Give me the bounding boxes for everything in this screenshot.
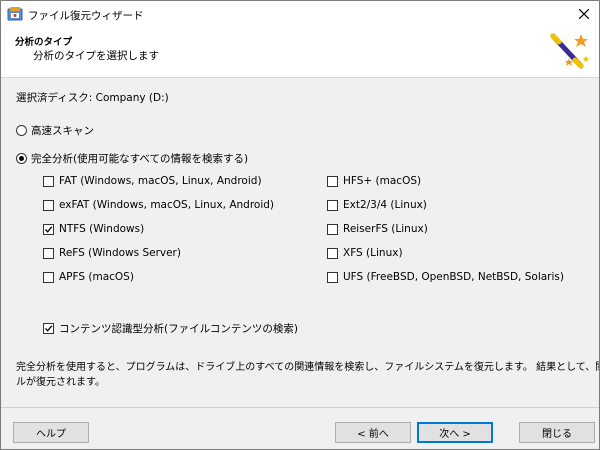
- checkbox[interactable]: [327, 223, 338, 235]
- checkmark-icon: [45, 325, 53, 332]
- checkbox[interactable]: [327, 271, 338, 283]
- fs-label: APFS (macOS): [59, 271, 134, 283]
- app-icon: [7, 6, 23, 22]
- fs-label: UFS (FreeBSD, OpenBSD, NetBSD, Solaris): [343, 271, 564, 283]
- full-analysis-radio[interactable]: 完全分析(使用可能なすべての情報を検索する): [16, 151, 248, 166]
- fs-checkbox-ufs[interactable]: UFS (FreeBSD, OpenBSD, NetBSD, Solaris): [327, 271, 564, 283]
- fs-label: XFS (Linux): [343, 247, 403, 259]
- fs-checkbox-exfat[interactable]: exFAT (Windows, macOS, Linux, Android): [43, 199, 274, 211]
- content-analysis-checkbox[interactable]: コンテンツ認識型分析(ファイルコンテンツの検索): [43, 321, 298, 336]
- window-title: ファイル復元ウィザード: [28, 10, 144, 22]
- checkbox[interactable]: [43, 247, 54, 259]
- wizard-window: ファイル復元ウィザード 分析のタイプ 分析のタイプを選択します 選択済ディスク:…: [0, 0, 600, 450]
- fs-checkbox-hfs[interactable]: HFS+ (macOS): [327, 175, 421, 187]
- page-title: 分析のタイプ: [15, 37, 73, 48]
- description-line: 完全分析を使用すると、プログラムは、ドライブ上のすべての関連情報を検索し、ファイ…: [16, 362, 599, 373]
- radio-button[interactable]: [16, 125, 27, 136]
- fs-checkbox-reiserfs[interactable]: ReiserFS (Linux): [327, 223, 428, 235]
- title-bar[interactable]: ファイル復元ウィザード: [1, 1, 599, 27]
- checkbox[interactable]: [327, 175, 338, 187]
- fs-checkbox-fat[interactable]: FAT (Windows, macOS, Linux, Android): [43, 175, 262, 187]
- page-subtitle: 分析のタイプを選択します: [33, 50, 159, 62]
- description-line: ルが復元されます。: [16, 377, 105, 388]
- checkbox[interactable]: [43, 175, 54, 187]
- checkbox[interactable]: [327, 247, 338, 259]
- footer-divider: [1, 407, 599, 408]
- fs-label: HFS+ (macOS): [343, 175, 422, 187]
- checkbox-checked[interactable]: [43, 223, 54, 235]
- fs-label: exFAT (Windows, macOS, Linux, Android): [59, 199, 275, 211]
- checkbox[interactable]: [43, 271, 54, 283]
- close-window-button[interactable]: [569, 1, 599, 27]
- fs-label: ReFS (Windows Server): [59, 247, 181, 259]
- fs-label: ReiserFS (Linux): [343, 223, 428, 235]
- fs-checkbox-apfs[interactable]: APFS (macOS): [43, 271, 134, 283]
- magic-wand-icon: [543, 30, 591, 74]
- checkbox[interactable]: [327, 199, 338, 211]
- quick-scan-radio[interactable]: 高速スキャン: [16, 123, 94, 138]
- fs-label: Ext2/3/4 (Linux): [343, 199, 427, 211]
- full-analysis-label: 完全分析(使用可能なすべての情報を検索する): [31, 153, 249, 165]
- radio-button-selected[interactable]: [16, 153, 27, 164]
- next-button[interactable]: 次へ >: [417, 422, 493, 443]
- selected-disk-label: 選択済ディスク: Company (D:): [16, 92, 169, 104]
- back-button[interactable]: < 前へ: [335, 422, 411, 443]
- help-button[interactable]: ヘルプ: [13, 422, 89, 443]
- close-icon: [578, 8, 590, 20]
- fs-checkbox-refs[interactable]: ReFS (Windows Server): [43, 247, 181, 259]
- fs-label: NTFS (Windows): [59, 223, 145, 235]
- fs-checkbox-xfs[interactable]: XFS (Linux): [327, 247, 403, 259]
- checkbox-checked[interactable]: [43, 323, 54, 334]
- fs-checkbox-ntfs[interactable]: NTFS (Windows): [43, 223, 144, 235]
- fs-label: FAT (Windows, macOS, Linux, Android): [59, 175, 262, 187]
- fs-checkbox-ext[interactable]: Ext2/3/4 (Linux): [327, 199, 427, 211]
- content-analysis-label: コンテンツ認識型分析(ファイルコンテンツの検索): [59, 323, 298, 335]
- quick-scan-label: 高速スキャン: [31, 125, 94, 137]
- wizard-header: 分析のタイプ 分析のタイプを選択します: [1, 27, 599, 78]
- description-text: 完全分析を使用すると、プログラムは、ドライブ上のすべての関連情報を検索し、ファイ…: [16, 360, 599, 390]
- checkbox[interactable]: [43, 199, 54, 211]
- checkmark-icon: [45, 225, 53, 233]
- close-button[interactable]: 閉じる: [519, 422, 595, 443]
